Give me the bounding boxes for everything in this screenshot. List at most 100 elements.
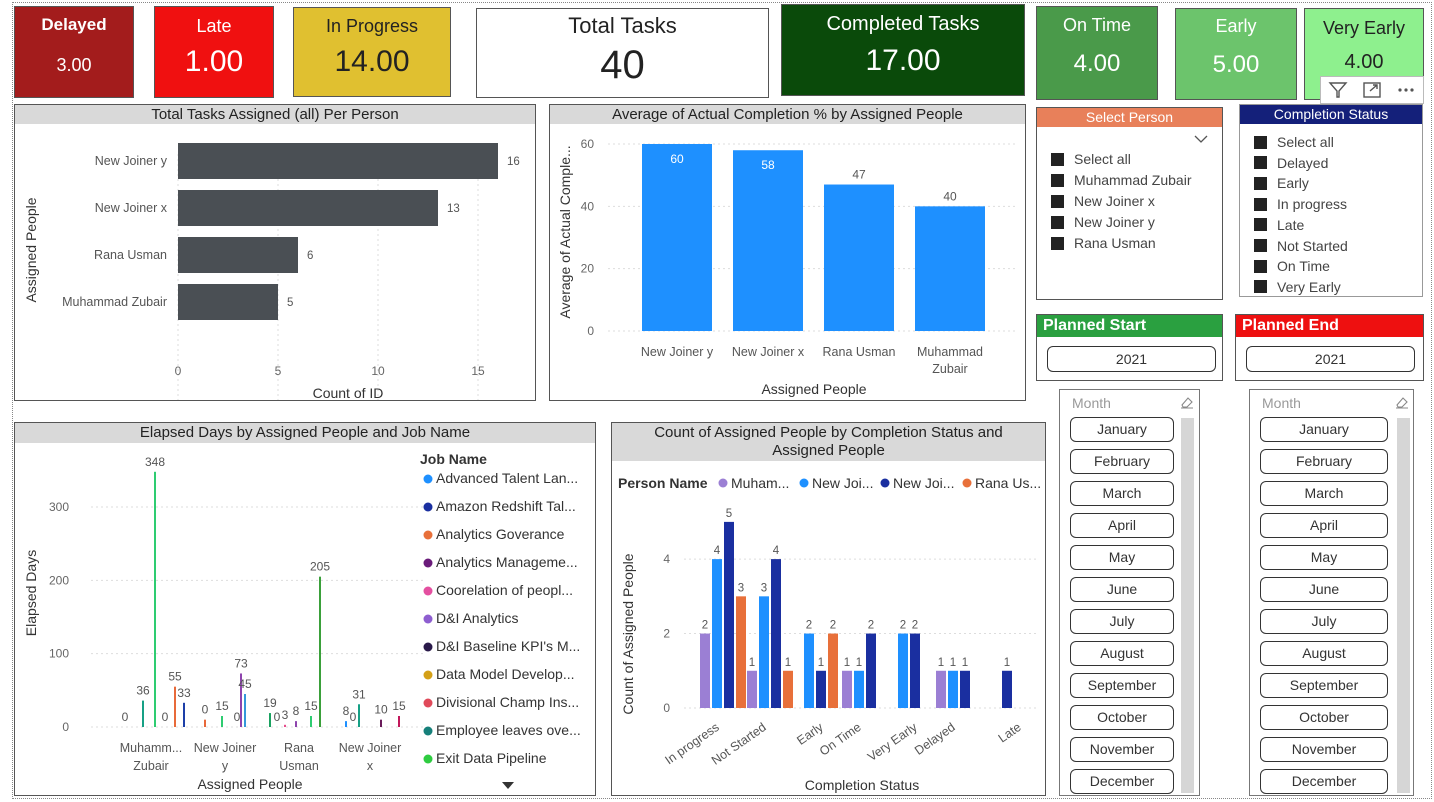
slicer-option[interactable]: Not Started [1254, 238, 1348, 254]
checkbox[interactable] [1051, 152, 1064, 166]
month-option-november[interactable]: November [1070, 737, 1174, 762]
checkbox[interactable] [1051, 215, 1064, 229]
more-options-icon[interactable] [1396, 81, 1416, 99]
checkbox[interactable] [1254, 280, 1267, 294]
slicer-option[interactable]: New Joiner x [1051, 193, 1155, 209]
total-tasks-per-person-chart[interactable]: Total Tasks Assigned (all) Per Person 0 5… [14, 104, 536, 401]
checkbox[interactable] [1254, 135, 1267, 149]
slicer-option[interactable]: Late [1254, 217, 1304, 233]
kpi-early-card[interactable]: Early 5.00 [1175, 8, 1297, 100]
month-option-april[interactable]: April [1070, 513, 1174, 538]
slicer-option[interactable]: On Time [1254, 258, 1330, 274]
month-option-september[interactable]: September [1260, 673, 1388, 698]
month-slicer-left[interactable]: Month January February March April May June Ju… [1059, 389, 1200, 796]
slicer-option[interactable]: Select all [1051, 151, 1131, 167]
kpi-total-tasks-card[interactable]: Total Tasks 40 [476, 8, 769, 98]
data-label: 15 [392, 699, 406, 713]
month-option-october[interactable]: October [1260, 705, 1388, 730]
planned-end-dropdown[interactable]: 2021 [1246, 346, 1415, 372]
month-option-february[interactable]: February [1260, 449, 1388, 474]
bar [310, 716, 312, 727]
month-option-march[interactable]: March [1260, 481, 1388, 506]
count-by-status-chart[interactable]: Count of Assigned People by Completion S… [611, 422, 1046, 796]
kpi-delayed-card[interactable]: Delayed 3.00 [14, 6, 134, 98]
slicer-option[interactable]: Select all [1254, 134, 1334, 150]
avg-completion-chart[interactable]: Average of Actual Completion % by Assign… [549, 104, 1026, 401]
x-tick-label: Very Early [865, 720, 920, 765]
legend-swatch [880, 478, 890, 488]
checkbox[interactable] [1051, 236, 1064, 250]
month-option-july[interactable]: July [1070, 609, 1174, 634]
scrollbar[interactable] [1181, 418, 1194, 793]
checkbox[interactable] [1254, 197, 1267, 211]
eraser-icon[interactable] [1395, 396, 1409, 409]
month-option-may[interactable]: May [1070, 545, 1174, 570]
checkbox[interactable] [1254, 176, 1267, 190]
bar [319, 576, 321, 727]
planned-start-dropdown[interactable]: 2021 [1047, 346, 1216, 372]
kpi-value: 14.00 [334, 44, 410, 78]
data-label: 2 [702, 620, 708, 632]
kpi-in-progress-card[interactable]: In Progress 14.00 [293, 7, 451, 97]
planned-end-slicer[interactable]: Planned End 2021 [1235, 314, 1424, 381]
month-option-may[interactable]: May [1260, 545, 1388, 570]
kpi-late-card[interactable]: Late 1.00 [154, 6, 274, 98]
month-option-june[interactable]: June [1260, 577, 1388, 602]
month-option-january[interactable]: January [1260, 417, 1388, 442]
data-label: 0 [234, 710, 241, 724]
month-option-january[interactable]: January [1070, 417, 1174, 442]
eraser-icon[interactable] [1180, 396, 1194, 409]
checkbox[interactable] [1254, 239, 1267, 252]
month-option-march[interactable]: March [1070, 481, 1174, 506]
month-option-august[interactable]: August [1260, 641, 1388, 666]
checkbox[interactable] [1051, 194, 1064, 208]
slicer-option[interactable]: Very Early [1254, 279, 1341, 295]
filter-icon[interactable] [1328, 81, 1348, 99]
kpi-on-time-card[interactable]: On Time 4.00 [1036, 6, 1158, 100]
month-option-november[interactable]: November [1260, 737, 1388, 762]
month-option-december[interactable]: December [1070, 769, 1174, 794]
checkbox[interactable] [1254, 156, 1267, 170]
slicer-option[interactable]: Rana Usman [1051, 235, 1156, 251]
month-option-june[interactable]: June [1070, 577, 1174, 602]
checkbox[interactable] [1254, 259, 1267, 273]
month-slicer-right[interactable]: Month January February March April May June Ju… [1249, 389, 1414, 796]
x-tick-label: New Joiner x [732, 345, 805, 359]
month-option-august[interactable]: August [1070, 641, 1174, 666]
bar [948, 670, 958, 708]
kpi-label: Early [1215, 15, 1257, 36]
month-option-april[interactable]: April [1260, 513, 1388, 538]
kpi-value: 5.00 [1212, 50, 1260, 78]
focus-mode-icon[interactable] [1362, 81, 1382, 99]
data-label: 8 [293, 704, 300, 718]
bar [747, 670, 757, 708]
scrollbar[interactable] [1397, 418, 1410, 793]
legend-swatch [423, 698, 433, 708]
x-tick-label: 5 [275, 364, 282, 378]
month-option-july[interactable]: July [1260, 609, 1388, 634]
month-option-october[interactable]: October [1070, 705, 1174, 730]
bar [178, 284, 278, 320]
legend-item: New Joi... [893, 475, 954, 491]
x-axis-title: Count of ID [313, 385, 384, 400]
month-option-february[interactable]: February [1070, 449, 1174, 474]
checkbox[interactable] [1051, 173, 1064, 187]
checkbox[interactable] [1254, 218, 1267, 232]
elapsed-days-chart[interactable]: Elapsed Days by Assigned People and Job … [14, 422, 596, 796]
slicer-option[interactable]: New Joiner y [1051, 214, 1155, 230]
legend-swatch [423, 754, 433, 764]
month-option-september[interactable]: September [1070, 673, 1174, 698]
kpi-value: 17.00 [865, 43, 941, 77]
slicer-option[interactable]: In progress [1254, 196, 1347, 212]
month-option-december[interactable]: December [1260, 769, 1388, 794]
slicer-option[interactable]: Muhammad Zubair [1051, 172, 1192, 188]
slicer-option[interactable]: Delayed [1254, 155, 1328, 171]
kpi-completed-tasks-card[interactable]: Completed Tasks 17.00 [781, 4, 1025, 96]
select-person-slicer[interactable]: Select Person Select all Muhammad Zubair N… [1036, 107, 1223, 300]
y-tick-label: 0 [663, 701, 670, 715]
y-tick-label: New Joiner x [95, 201, 168, 215]
completion-status-slicer[interactable]: Completion Status Select all Delayed Early… [1239, 104, 1423, 297]
chevron-down-icon[interactable] [1194, 134, 1208, 144]
planned-start-slicer[interactable]: Planned Start 2021 [1036, 314, 1223, 381]
slicer-option[interactable]: Early [1254, 175, 1309, 191]
